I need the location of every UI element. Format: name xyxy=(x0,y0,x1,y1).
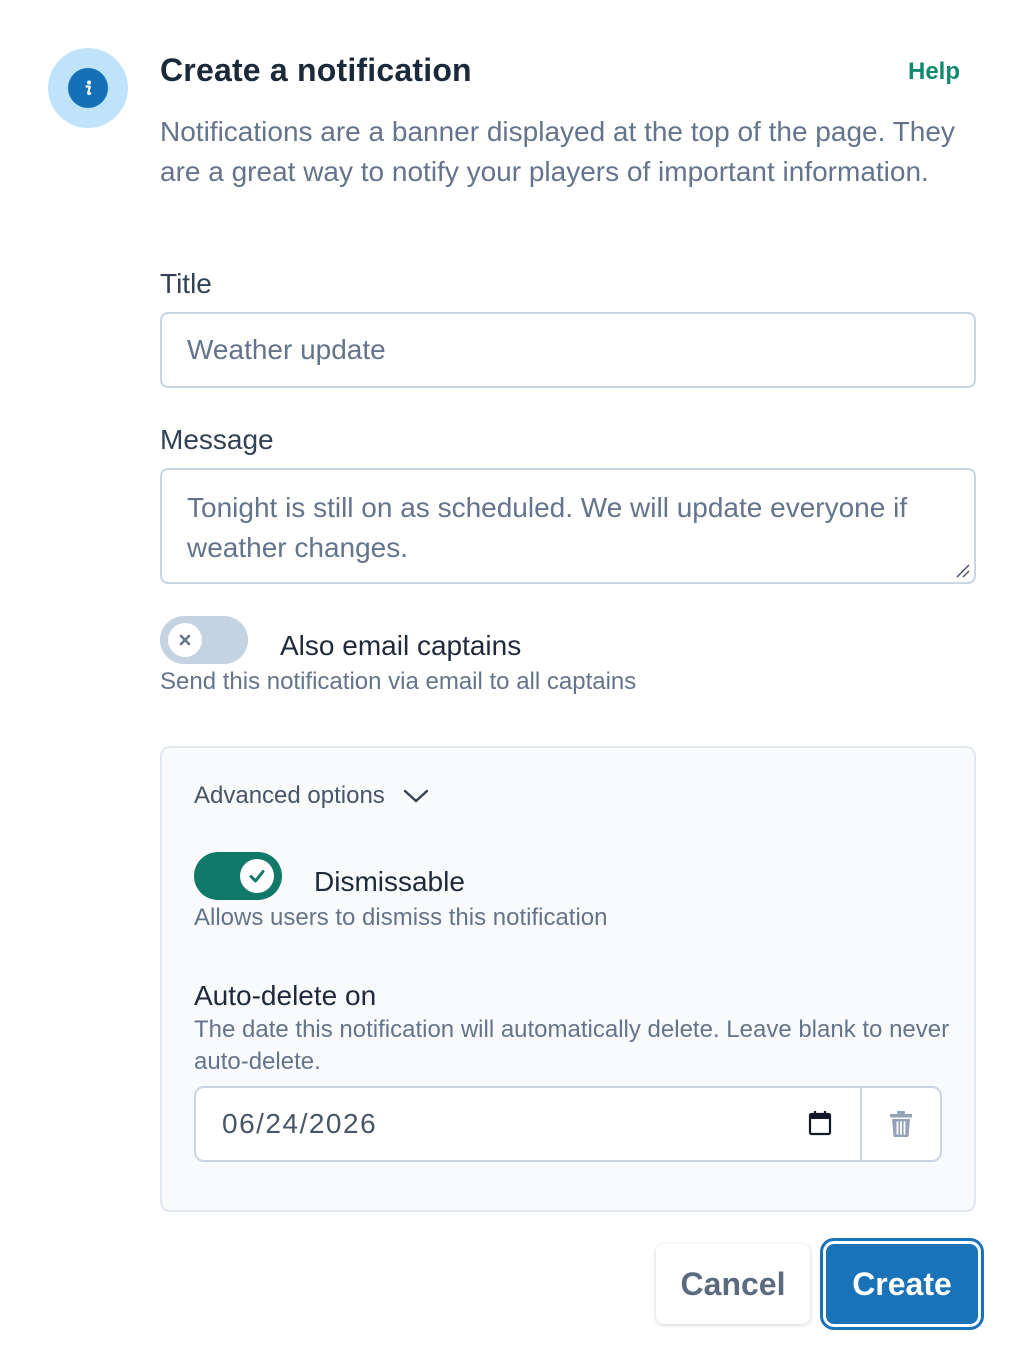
info-icon xyxy=(48,48,128,128)
title-input-value: Weather update xyxy=(187,334,386,365)
calendar-icon[interactable] xyxy=(808,1110,832,1136)
dismissable-description: Allows users to dismiss this notificatio… xyxy=(194,904,608,931)
dialog-description: Notifications are a banner displayed at … xyxy=(160,116,955,187)
dismissable-toggle[interactable] xyxy=(194,852,282,900)
message-textarea[interactable]: Tonight is still on as scheduled. We wil… xyxy=(160,468,976,584)
advanced-options-panel: Advanced options Dismissable Allows user… xyxy=(160,746,976,1212)
email-captains-description: Send this notification via email to all … xyxy=(160,668,637,695)
advanced-options-toggle[interactable]: Advanced options xyxy=(194,782,429,810)
trash-icon xyxy=(890,1111,912,1137)
auto-delete-date-input[interactable]: 06/24/2026 xyxy=(196,1088,860,1160)
auto-delete-date-group: 06/24/2026 xyxy=(194,1086,942,1162)
toggle-on-knob xyxy=(240,859,274,893)
auto-delete-description: The date this notification will automati… xyxy=(194,1016,950,1075)
dismissable-label: Dismissable xyxy=(314,866,465,897)
chevron-down-icon xyxy=(403,789,429,803)
message-textarea-value: Tonight is still on as scheduled. We wil… xyxy=(187,492,908,563)
auto-delete-label: Auto-delete on xyxy=(194,980,377,1011)
help-link[interactable]: Help xyxy=(908,58,960,86)
cancel-button[interactable]: Cancel xyxy=(656,1244,810,1324)
create-button[interactable]: Create xyxy=(820,1238,984,1330)
dialog-title: Create a notification xyxy=(160,52,472,88)
email-captains-label: Also email captains xyxy=(280,630,522,661)
toggle-off-knob xyxy=(168,623,202,657)
check-icon xyxy=(249,870,265,883)
clear-date-button[interactable] xyxy=(860,1088,940,1160)
email-captains-toggle[interactable] xyxy=(160,616,248,664)
title-input[interactable]: Weather update xyxy=(160,312,976,388)
title-label: Title xyxy=(160,268,212,299)
resize-handle-icon[interactable] xyxy=(954,562,970,578)
advanced-options-label: Advanced options xyxy=(194,782,385,809)
auto-delete-date-value: 06/24/2026 xyxy=(222,1108,378,1139)
create-notification-dialog: Create a notification Help Notifications… xyxy=(0,0,1024,1372)
message-label: Message xyxy=(160,424,274,455)
close-icon xyxy=(179,634,191,646)
